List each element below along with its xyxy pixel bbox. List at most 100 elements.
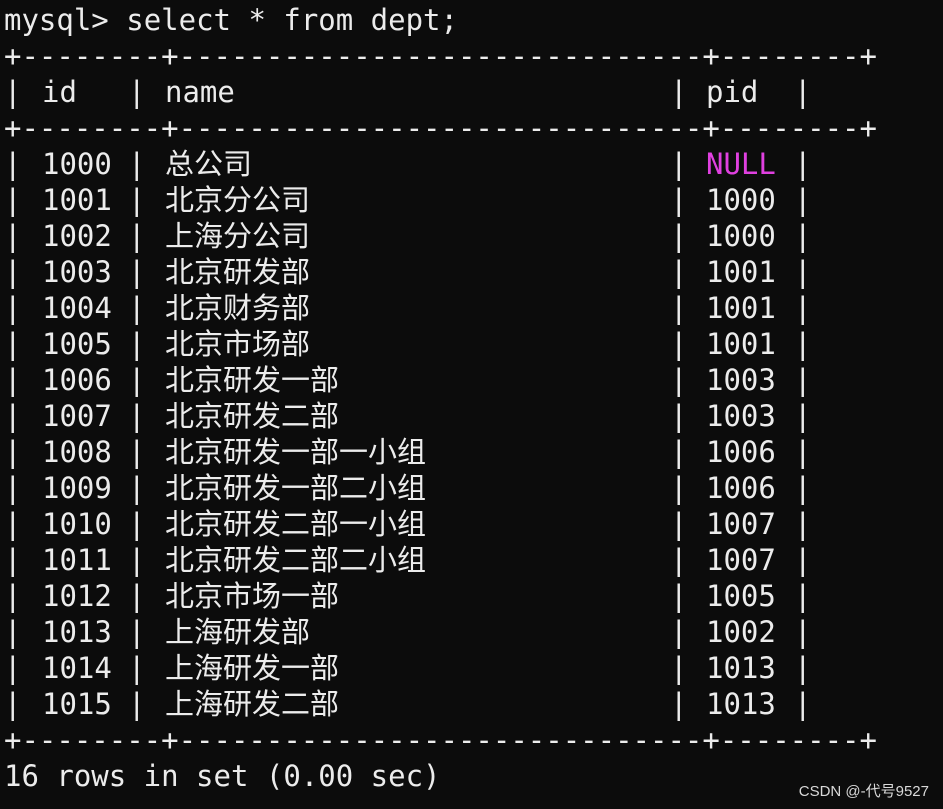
- column-separator: |: [794, 399, 812, 433]
- cell-pid: 1001: [706, 327, 776, 361]
- cell-id: 1004: [42, 291, 112, 325]
- column-separator: |: [794, 75, 812, 109]
- result-summary: 16 rows in set (0.00 sec): [4, 759, 441, 793]
- cell-pid: 1006: [706, 471, 776, 505]
- cell-id: 1012: [42, 579, 112, 613]
- cell-pid: 1013: [706, 651, 776, 685]
- cell-id: 1009: [42, 471, 112, 505]
- column-separator: |: [794, 147, 812, 181]
- column-separator: |: [128, 579, 146, 613]
- column-separator: |: [4, 435, 22, 469]
- column-separator: |: [670, 183, 688, 217]
- cell-name: 总公司: [165, 147, 253, 181]
- cell-name: 北京市场部: [165, 327, 311, 361]
- cell-pid: 1003: [706, 363, 776, 397]
- table-border-bottom: +--------+------------------------------…: [4, 723, 877, 757]
- cell-name: 北京研发二部一小组: [165, 507, 427, 541]
- column-separator: |: [794, 291, 812, 325]
- cell-name: 北京市场一部: [165, 579, 340, 613]
- column-separator: |: [4, 471, 22, 505]
- cell-name: 上海研发一部: [165, 651, 340, 685]
- cell-id: 1006: [42, 363, 112, 397]
- cell-pid: 1000: [706, 183, 776, 217]
- column-header-name: name: [165, 75, 235, 109]
- column-separator: |: [4, 291, 22, 325]
- cell-name: 北京财务部: [165, 291, 311, 325]
- column-separator: |: [794, 219, 812, 253]
- column-separator: |: [128, 435, 146, 469]
- column-separator: |: [128, 687, 146, 721]
- cell-id: 1007: [42, 399, 112, 433]
- column-separator: |: [128, 147, 146, 181]
- cell-pid: 1002: [706, 615, 776, 649]
- column-separator: |: [4, 183, 22, 217]
- column-separator: |: [670, 291, 688, 325]
- column-separator: |: [4, 363, 22, 397]
- column-separator: |: [4, 543, 22, 577]
- column-separator: |: [670, 75, 688, 109]
- cell-id: 1014: [42, 651, 112, 685]
- cell-id: 1000: [42, 147, 112, 181]
- column-separator: |: [4, 651, 22, 685]
- cell-name: 上海研发二部: [165, 687, 340, 721]
- column-separator: |: [670, 651, 688, 685]
- column-separator: |: [670, 147, 688, 181]
- column-header-id: id: [42, 75, 77, 109]
- column-separator: |: [128, 471, 146, 505]
- column-separator: |: [670, 543, 688, 577]
- cell-id: 1013: [42, 615, 112, 649]
- cell-id: 1001: [42, 183, 112, 217]
- cell-id: 1003: [42, 255, 112, 289]
- column-separator: |: [670, 579, 688, 613]
- terminal-window[interactable]: mysql> select * from dept; +--------+---…: [0, 0, 943, 809]
- cell-pid: 1003: [706, 399, 776, 433]
- cell-name: 上海分公司: [165, 219, 311, 253]
- column-separator: |: [794, 471, 812, 505]
- column-header-pid: pid: [706, 75, 759, 109]
- column-separator: |: [794, 615, 812, 649]
- cell-pid: 1007: [706, 507, 776, 541]
- column-separator: |: [128, 75, 146, 109]
- column-separator: |: [670, 687, 688, 721]
- cell-pid: 1001: [706, 255, 776, 289]
- cell-id: 1015: [42, 687, 112, 721]
- column-separator: |: [128, 507, 146, 541]
- column-separator: |: [794, 579, 812, 613]
- column-separator: |: [128, 615, 146, 649]
- cell-id: 1002: [42, 219, 112, 253]
- cell-name: 北京研发二部二小组: [165, 543, 427, 577]
- cell-pid: 1000: [706, 219, 776, 253]
- column-separator: |: [128, 651, 146, 685]
- cell-name: 北京研发一部一小组: [165, 435, 427, 469]
- cell-name: 北京研发一部: [165, 363, 340, 397]
- command-line: mysql> select * from dept;: [4, 2, 458, 38]
- cell-pid-null: NULL: [706, 147, 776, 181]
- column-separator: |: [670, 255, 688, 289]
- column-separator: |: [128, 219, 146, 253]
- cell-pid: 1013: [706, 687, 776, 721]
- cell-name: 北京分公司: [165, 183, 311, 217]
- cell-name: 北京研发部: [165, 255, 311, 289]
- column-separator: |: [794, 183, 812, 217]
- column-separator: |: [670, 471, 688, 505]
- column-separator: |: [670, 327, 688, 361]
- column-separator: |: [670, 399, 688, 433]
- mysql-prompt: mysql>: [4, 3, 109, 37]
- cell-id: 1008: [42, 435, 112, 469]
- cell-name: 北京研发一部二小组: [165, 471, 427, 505]
- column-separator: |: [4, 579, 22, 613]
- cell-pid: 1001: [706, 291, 776, 325]
- column-separator: |: [794, 255, 812, 289]
- cell-id: 1011: [42, 543, 112, 577]
- column-separator: |: [128, 327, 146, 361]
- column-separator: |: [4, 219, 22, 253]
- column-separator: |: [4, 687, 22, 721]
- column-separator: |: [794, 543, 812, 577]
- column-separator: |: [128, 255, 146, 289]
- column-separator: |: [4, 615, 22, 649]
- column-separator: |: [670, 435, 688, 469]
- cell-name: 北京研发二部: [165, 399, 340, 433]
- column-separator: |: [4, 147, 22, 181]
- table-border-top: +--------+------------------------------…: [4, 39, 877, 73]
- column-separator: |: [128, 543, 146, 577]
